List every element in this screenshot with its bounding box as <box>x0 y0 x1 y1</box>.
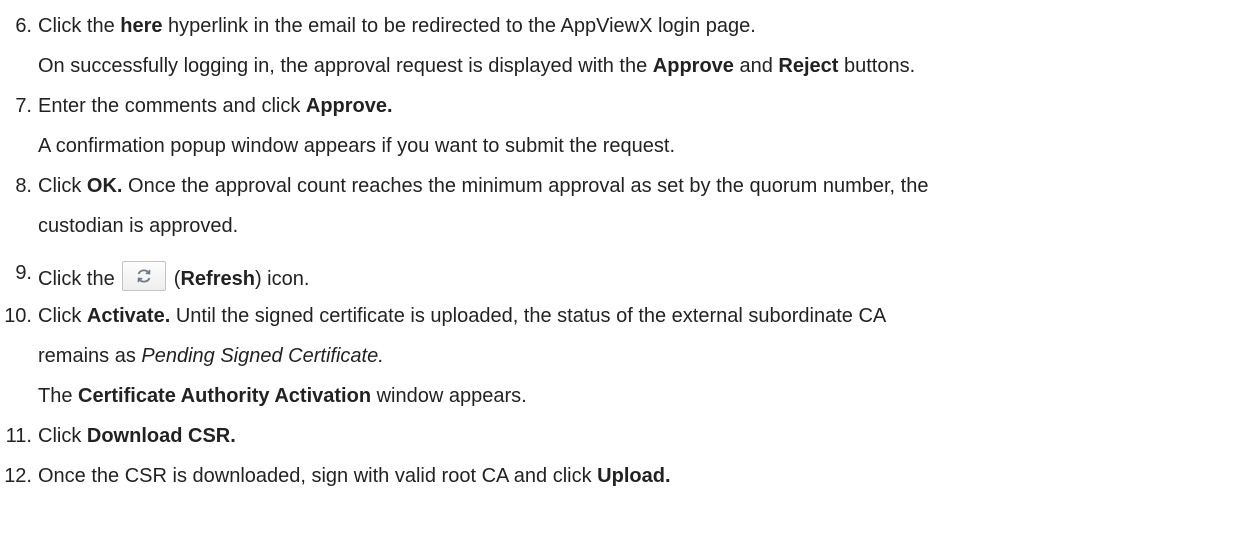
step-6-line-1: Click the here hyperlink in the email to… <box>38 15 756 37</box>
step-7-line-1: Enter the comments and click Approve. <box>38 95 393 117</box>
step-number: 11. <box>5 425 32 447</box>
step-8-line-1: Click OK. Once the approval count reache… <box>38 175 929 197</box>
step-12-line-1: Once the CSR is downloaded, sign with va… <box>38 465 671 487</box>
refresh-glyph <box>137 269 151 283</box>
step-10-line-2: remains as Pending Signed Certificate. <box>38 345 384 367</box>
step-10-line-1: Click Activate. Until the signed certifi… <box>38 305 887 327</box>
step-number: 9. <box>15 262 32 284</box>
step-11-line-1: Click Download CSR. <box>38 425 236 447</box>
here-link-reference: here <box>120 15 163 37</box>
step-9-line-1: Click the (Refresh) icon. <box>38 261 309 291</box>
step-number: 7. <box>15 95 32 117</box>
step-6-line-2: On successfully logging in, the approval… <box>38 55 916 77</box>
step-number: 12. <box>4 465 32 487</box>
refresh-icon <box>122 261 167 291</box>
step-7-line-2: A confirmation popup window appears if y… <box>38 135 676 157</box>
step-number: 6. <box>15 15 32 37</box>
step-8-line-2: custodian is approved. <box>38 215 239 237</box>
step-10-line-3: The Certificate Authority Activation win… <box>38 385 527 407</box>
step-number: 8. <box>15 175 32 197</box>
step-number: 10. <box>4 305 32 327</box>
